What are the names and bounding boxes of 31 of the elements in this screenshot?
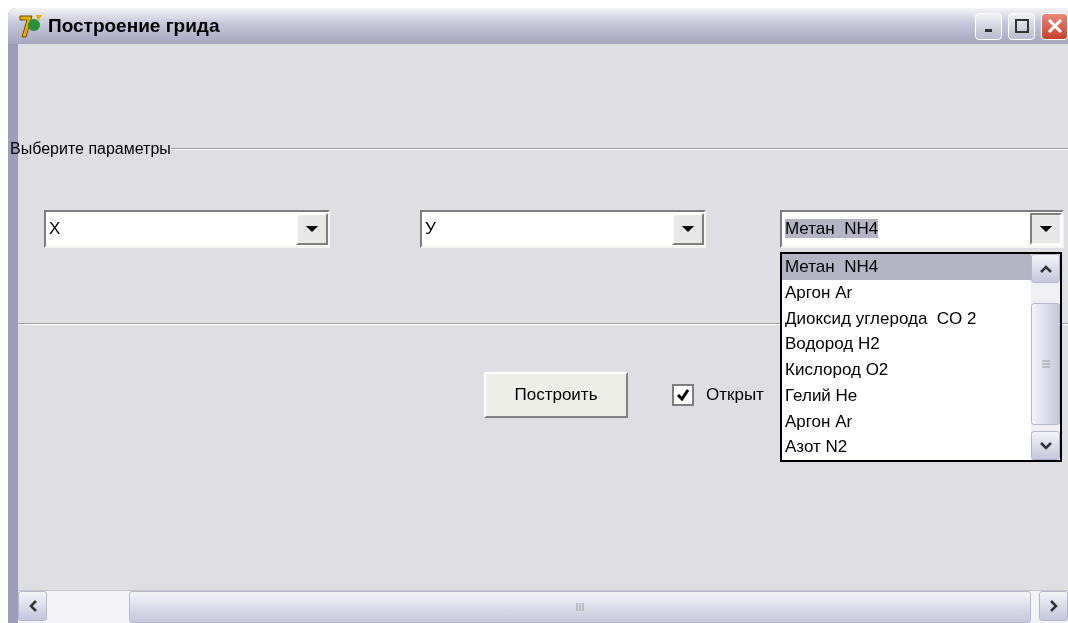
dropdown-option[interactable]: Кислород O2 <box>782 357 1031 383</box>
minimize-button[interactable] <box>975 12 1002 40</box>
dropdown-option[interactable]: Гелий He <box>782 382 1031 409</box>
grip-icon <box>1039 359 1052 369</box>
checkbox-label: Открыт <box>706 385 764 405</box>
vertical-scrollbar[interactable] <box>1031 254 1060 460</box>
app-icon <box>18 13 44 39</box>
horizontal-scrollbar[interactable] <box>18 590 1068 623</box>
dropdown-option[interactable]: Метан NH4 <box>782 254 1031 280</box>
combo-value: Метан NH4 <box>785 219 879 238</box>
combo-value: X <box>49 219 61 238</box>
combo-box[interactable]: X <box>44 210 330 248</box>
dropdown-option[interactable]: Аргон Ar <box>782 279 1031 306</box>
minimize-icon <box>985 29 992 32</box>
dropdown-option[interactable]: Аргон Ar <box>782 408 1031 435</box>
close-icon <box>1046 18 1063 34</box>
close-button[interactable] <box>1041 12 1068 40</box>
combo-box[interactable]: Метан NH4 <box>780 210 1064 248</box>
dropdown-option[interactable]: Азот N2 <box>782 434 1031 460</box>
dropdown-option[interactable]: Водород H2 <box>782 331 1031 357</box>
checkmark-icon <box>675 387 691 403</box>
maximize-button[interactable] <box>1008 12 1035 40</box>
build-button[interactable]: Построить <box>484 372 628 418</box>
dropdown-option[interactable]: Диоксид углерода CO 2 <box>782 305 1031 332</box>
combo-box[interactable]: У <box>420 210 706 248</box>
checkbox[interactable] <box>672 384 694 406</box>
grip-icon <box>575 601 585 613</box>
combo-value: У <box>425 219 436 238</box>
window-title: Построение грида <box>48 15 220 37</box>
maximize-icon <box>1013 18 1030 34</box>
group-label: Выберите параметры <box>10 140 171 158</box>
